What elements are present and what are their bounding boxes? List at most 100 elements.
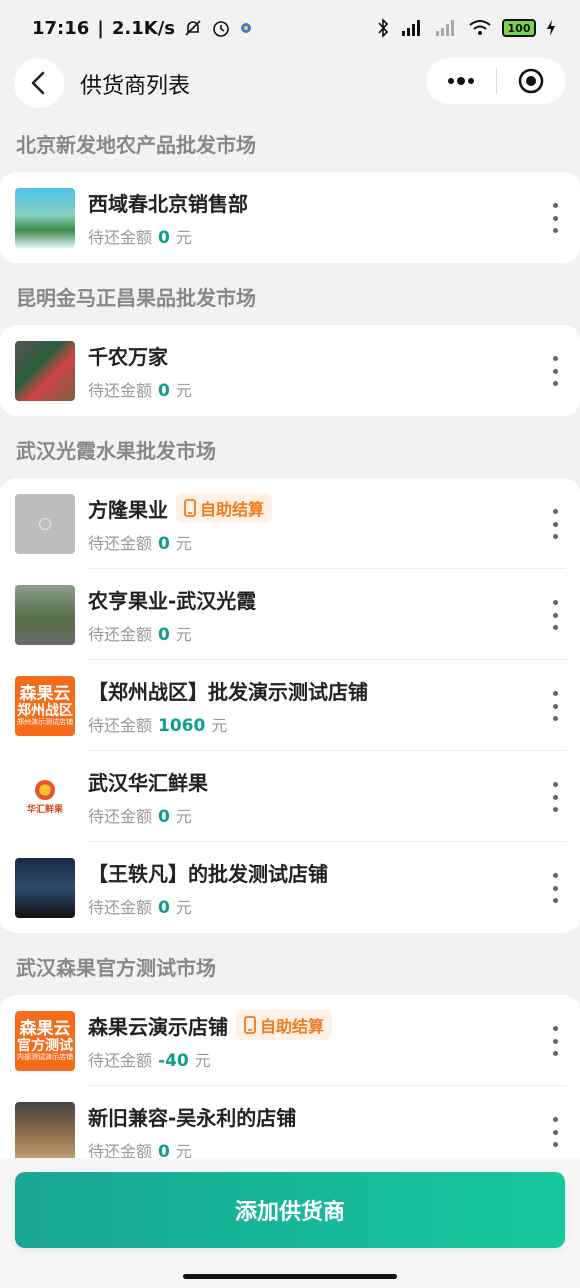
debt-label: 待还金额 xyxy=(88,716,153,735)
screen: 17:16 | 2.1K/s 100 供货商列表 北京新发地农产品批发市场 西域… xyxy=(0,0,580,1288)
supplier-thumbnail xyxy=(15,494,75,554)
thumb-sub-text: 郑州演示测试店铺 xyxy=(17,718,73,727)
supplier-row[interactable]: 【王轶凡】的批发测试店铺 待还金额 0 元 xyxy=(0,842,580,933)
supplier-info: 千农万家 待还金额 0 元 xyxy=(88,339,530,402)
miniprogram-capsule xyxy=(426,58,566,104)
supplier-row[interactable]: 西域春北京销售部 待还金额 0 元 xyxy=(0,172,580,263)
target-close-icon xyxy=(518,68,544,94)
market-title: 武汉森果官方测试市场 xyxy=(16,956,216,980)
supplier-thumbnail xyxy=(15,585,75,645)
debt-amount: 0 xyxy=(158,807,170,827)
supplier-info: 武汉华汇鲜果 待还金额 0 元 xyxy=(88,765,530,828)
supplier-name: 农亨果业-武汉光霞 xyxy=(88,588,257,613)
debt-label: 待还金额 xyxy=(88,807,153,826)
market-card: 西域春北京销售部 待还金额 0 元 xyxy=(0,172,580,263)
signal-icon xyxy=(400,19,424,37)
signal-2-icon xyxy=(434,19,458,37)
debt-amount: 0 xyxy=(158,898,170,918)
phone-icon xyxy=(184,499,196,517)
supplier-row[interactable]: 森果云 郑州战区 郑州演示测试店铺 【郑州战区】批发演示测试店铺 待还金额 106… xyxy=(0,660,580,751)
currency-unit: 元 xyxy=(175,625,192,644)
supplier-info: 农亨果业-武汉光霞 待还金额 0 元 xyxy=(88,583,530,646)
supplier-thumbnail: 华汇鲜果 xyxy=(15,767,75,827)
charging-icon xyxy=(546,19,556,37)
self-settle-badge: 自助结算 xyxy=(236,1010,333,1040)
supplier-thumbnail xyxy=(15,341,75,401)
badge-label: 自助结算 xyxy=(200,500,265,519)
currency-unit: 元 xyxy=(194,1051,211,1070)
supplier-thumbnail: 森果云 官方测试 内部测试演示店铺 xyxy=(15,1011,75,1071)
market-card: 千农万家 待还金额 0 元 xyxy=(0,325,580,416)
debt-amount: 0 xyxy=(158,228,170,248)
currency-unit: 元 xyxy=(175,898,192,917)
more-options-icon[interactable] xyxy=(548,1117,562,1147)
supplier-info: 新旧兼容-吴永利的店铺 待还金额 0 元 xyxy=(88,1100,530,1163)
alarm-icon xyxy=(211,18,231,38)
debt-label: 待还金额 xyxy=(88,228,153,247)
thumb-brand-text: 森果云 xyxy=(19,684,71,705)
supplier-name: 方隆果业 xyxy=(88,497,168,522)
huahui-logo-icon xyxy=(35,779,55,800)
debt-label: 待还金额 xyxy=(88,898,153,917)
more-options-icon[interactable] xyxy=(548,203,562,233)
clock: 17:16 xyxy=(32,17,90,39)
supplier-row[interactable]: 千农万家 待还金额 0 元 xyxy=(0,325,580,416)
supplier-info: 森果云演示店铺 自助结算 待还金额 -40 元 xyxy=(88,1009,530,1071)
back-button[interactable] xyxy=(14,58,64,108)
more-options-icon[interactable] xyxy=(548,691,562,721)
supplier-name: 西域春北京销售部 xyxy=(88,191,248,216)
market-title: 武汉光霞水果批发市场 xyxy=(16,439,216,463)
currency-unit: 元 xyxy=(175,228,192,247)
more-dots-icon xyxy=(447,77,474,85)
currency-unit: 元 xyxy=(175,807,192,826)
home-indicator[interactable] xyxy=(183,1274,397,1279)
market-card: 方隆果业 自助结算 待还金额 0 元 农亨果业-武汉光霞 待还金额 0 元 森果… xyxy=(0,478,580,933)
thumb-sub-text: 内部测试演示店铺 xyxy=(17,1053,73,1062)
supplier-thumbnail xyxy=(15,1102,75,1162)
bluetooth-icon xyxy=(376,18,390,38)
currency-unit: 元 xyxy=(211,716,228,735)
supplier-name: 武汉华汇鲜果 xyxy=(88,770,208,795)
currency-unit: 元 xyxy=(175,381,192,400)
more-options-icon[interactable] xyxy=(548,356,562,386)
supplier-row[interactable]: 方隆果业 自助结算 待还金额 0 元 xyxy=(0,478,580,569)
self-settle-badge: 自助结算 xyxy=(176,493,273,523)
debt-amount: 1060 xyxy=(158,716,206,736)
debt-label: 待还金额 xyxy=(88,625,153,644)
debt-label: 待还金额 xyxy=(88,534,153,553)
supplier-thumbnail: 森果云 郑州战区 郑州演示测试店铺 xyxy=(15,676,75,736)
debt-amount: -40 xyxy=(158,1051,189,1071)
more-options-icon[interactable] xyxy=(548,1026,562,1056)
more-options-icon[interactable] xyxy=(548,509,562,539)
thumb-brand-text: 华汇鲜果 xyxy=(26,804,63,815)
supplier-thumbnail xyxy=(15,188,75,248)
phone-icon xyxy=(244,1016,256,1034)
separator: | xyxy=(97,17,104,39)
more-options-icon[interactable] xyxy=(548,600,562,630)
supplier-list[interactable]: 北京新发地农产品批发市场 西域春北京销售部 待还金额 0 元 昆明金马正昌果品批发市… xyxy=(0,118,580,1185)
network-speed: 2.1K/s xyxy=(111,17,175,39)
thumb-title-text: 郑州战区 xyxy=(17,702,73,719)
thumb-title-text: 官方测试 xyxy=(17,1037,73,1054)
debt-amount: 0 xyxy=(158,381,170,401)
bottom-bar: 添加供货商 xyxy=(0,1158,580,1288)
thumb-brand-text: 森果云 xyxy=(19,1019,71,1040)
supplier-row[interactable]: 华汇鲜果 武汉华汇鲜果 待还金额 0 元 xyxy=(0,751,580,842)
status-bar: 17:16 | 2.1K/s 100 xyxy=(0,0,580,56)
page-title: 供货商列表 xyxy=(80,74,191,99)
battery-indicator: 100 xyxy=(502,19,536,37)
supplier-row[interactable]: 森果云 官方测试 内部测试演示店铺 森果云演示店铺 自助结算 待还金额 -40 元 xyxy=(0,995,580,1086)
more-options-icon[interactable] xyxy=(548,782,562,812)
add-supplier-button[interactable]: 添加供货商 xyxy=(15,1172,565,1248)
status-left: 17:16 | 2.1K/s xyxy=(32,18,253,39)
debt-amount: 0 xyxy=(158,625,170,645)
close-miniprogram-button[interactable] xyxy=(497,58,567,104)
more-options-icon[interactable] xyxy=(548,873,562,903)
supplier-info: 方隆果业 自助结算 待还金额 0 元 xyxy=(88,492,530,554)
debt-label: 待还金额 xyxy=(88,1051,153,1070)
supplier-thumbnail xyxy=(15,858,75,918)
supplier-row[interactable]: 农亨果业-武汉光霞 待还金额 0 元 xyxy=(0,569,580,660)
more-menu-button[interactable] xyxy=(426,58,496,104)
supplier-info: 【郑州战区】批发演示测试店铺 待还金额 1060 元 xyxy=(88,674,530,737)
market-title: 北京新发地农产品批发市场 xyxy=(16,133,256,157)
